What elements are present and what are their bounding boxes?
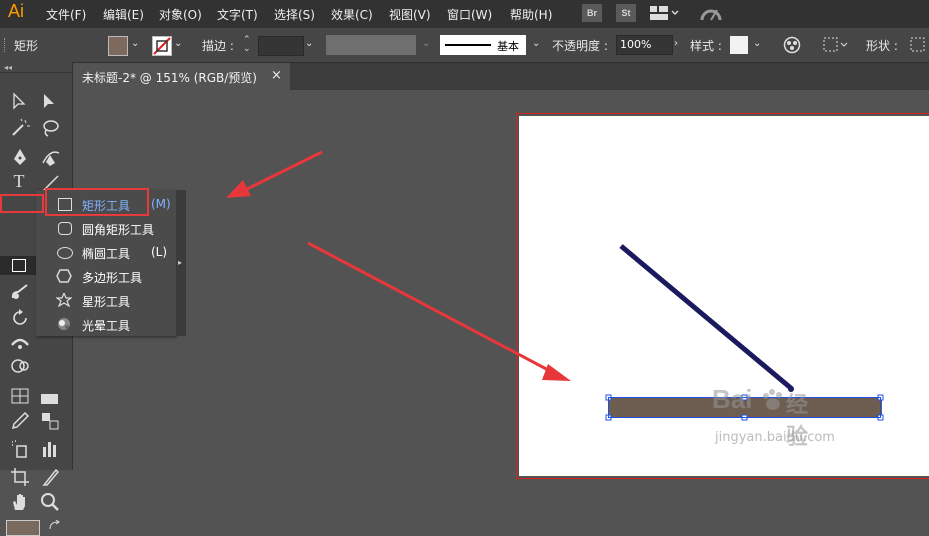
flyout-item-ellipse[interactable]: 椭圆工具 (L) — [36, 240, 176, 264]
flyout-item-label: 椭圆工具 — [82, 247, 131, 261]
flyout-item-label: 多边形工具 — [82, 271, 143, 285]
flyout-tearoff-strip[interactable]: ▸ — [176, 190, 186, 336]
slice-tool-icon[interactable] — [40, 467, 62, 487]
rounded-rectangle-icon — [58, 222, 72, 235]
star-icon — [56, 293, 72, 307]
swap-fill-stroke-icon[interactable] — [48, 520, 62, 532]
flyout-item-flare[interactable]: 光晕工具 — [36, 312, 176, 336]
artboard-tool-icon[interactable] — [10, 467, 32, 487]
watermark-url: jingyan.baidu.com — [715, 430, 835, 445]
flyout-item-star[interactable]: 星形工具 — [36, 288, 176, 312]
tearoff-arrow-icon: ▸ — [178, 258, 183, 267]
ellipse-icon — [57, 247, 73, 259]
highlight-box-tool — [0, 194, 44, 213]
arrow-to-flyout — [244, 150, 323, 192]
polygon-icon — [56, 269, 72, 283]
watermark-brand-left: Bai — [712, 384, 753, 414]
flyout-item-shortcut: (L) — [151, 245, 168, 259]
annotation-arrows — [226, 150, 571, 381]
flyout-item-polygon[interactable]: 多边形工具 — [36, 264, 176, 288]
diagonal-line-path[interactable] — [619, 244, 794, 391]
flyout-item-label: 圆角矩形工具 — [82, 223, 155, 237]
watermark-paw-icon — [763, 389, 782, 410]
arrow-to-flyout-head — [226, 180, 251, 198]
arrow-to-rectangle — [307, 241, 553, 374]
arrow-to-rectangle-head — [542, 364, 571, 381]
zoom-tool-icon[interactable] — [40, 492, 62, 512]
flyout-item-shortcut: (M) — [151, 197, 171, 211]
highlight-box-flyout — [45, 188, 149, 216]
flyout-item-rounded-rectangle[interactable]: 圆角矩形工具 — [36, 216, 176, 240]
fill-stroke-swatch[interactable] — [6, 520, 40, 536]
flare-icon — [58, 318, 70, 330]
flyout-item-label: 光晕工具 — [82, 319, 131, 333]
hand-tool-icon[interactable] — [10, 492, 32, 512]
flyout-item-label: 星形工具 — [82, 295, 131, 309]
